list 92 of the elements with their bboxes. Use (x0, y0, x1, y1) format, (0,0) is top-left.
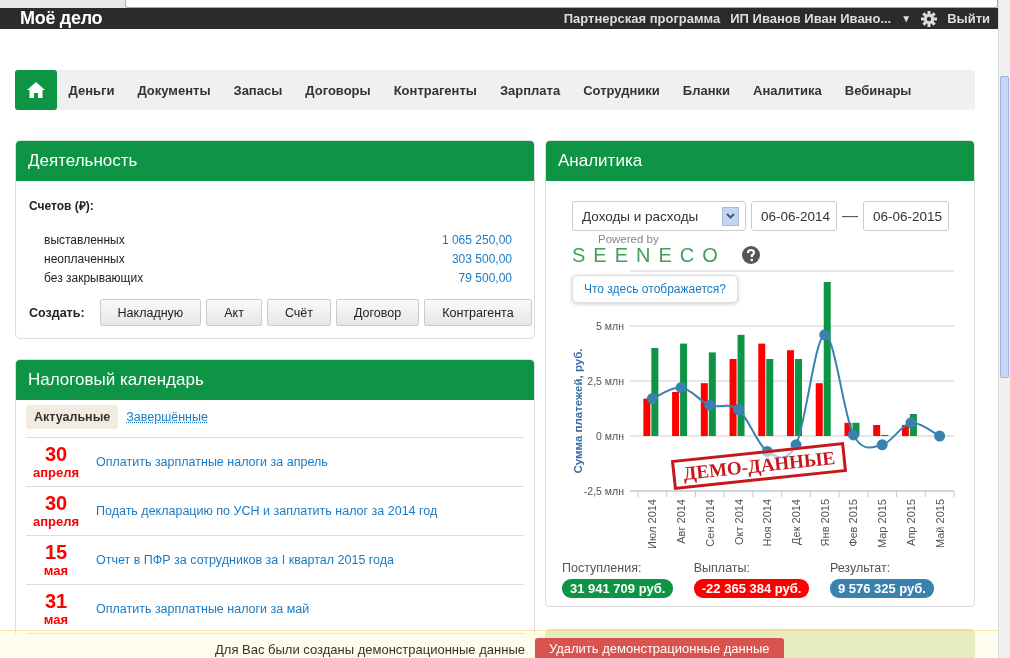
house-icon[interactable] (26, 81, 46, 99)
date-to-field[interactable]: 06-06-2015 (863, 201, 950, 231)
data-point (876, 439, 888, 451)
create-button[interactable]: Счёт (266, 299, 331, 326)
create-button[interactable]: Накладную (99, 299, 202, 326)
nav-link[interactable]: Деньги (57, 82, 126, 98)
due-month: мая (43, 564, 69, 577)
x-tick-label: Окт 2014 (732, 499, 745, 546)
y-tick-label: 2,5 млн (587, 375, 624, 387)
date-separator: — (842, 207, 859, 225)
x-tick-label: Янв 2015 (818, 499, 831, 547)
nav-link[interactable]: Бланки (671, 82, 742, 98)
total-badge: -22 365 384 руб. (693, 579, 810, 598)
caret-icon[interactable]: ▼ (901, 13, 912, 24)
data-point (646, 393, 658, 405)
x-tick-label: Авг 2014 (675, 499, 688, 544)
create-button[interactable]: Контрагента (424, 299, 532, 326)
nav-link[interactable]: Договоры (293, 82, 383, 98)
report-select[interactable]: Доходы и расходы (572, 201, 746, 231)
nav-link[interactable]: Запасы (222, 82, 294, 98)
create-label: Создать: (29, 305, 85, 320)
data-point (819, 329, 831, 341)
data-point (790, 439, 802, 451)
due-day: 31 (26, 591, 86, 611)
demo-message: Для Вас были созданы демонстрационные данные (215, 642, 525, 658)
data-point (733, 404, 745, 416)
home-button[interactable] (15, 70, 57, 110)
nav-link[interactable]: Документы (125, 82, 222, 98)
user-menu[interactable]: ИП Иванов Иван Ивано... (730, 11, 892, 26)
due-day: 15 (26, 542, 86, 562)
total-badge: 9 576 325 руб. (829, 579, 934, 598)
task-link[interactable]: Подать декларацию по УСН и заплатить налог за 2014 год (96, 504, 438, 518)
amount-link[interactable]: 1 065 250,00 (441, 232, 512, 247)
help-tooltip[interactable]: Что здесь отображается? (572, 275, 739, 303)
invoice-label: без закрывающих (44, 270, 144, 285)
filter-tab[interactable]: Актуальные (26, 405, 119, 429)
task-link[interactable]: Оплатить зарплатные налоги за апрель (96, 455, 328, 469)
partner-program-link[interactable]: Партнерская программа (563, 11, 721, 26)
filter-tab[interactable]: Завершённые (126, 405, 208, 429)
due-day: 30 (26, 444, 86, 464)
x-tick-label: Дек 2014 (790, 499, 802, 545)
data-point (704, 399, 716, 411)
brand-logo: SEENECO (572, 244, 726, 267)
total-label: Поступления: (562, 561, 642, 575)
nav-link[interactable]: Сотрудники (571, 82, 672, 98)
data-point (675, 382, 687, 394)
delete-demo-button[interactable]: Удалить демонстрационные данные (534, 638, 784, 658)
create-button[interactable]: Договор (336, 299, 420, 326)
help-icon[interactable] (742, 246, 760, 264)
y-tick-label: -2,5 млн (583, 485, 624, 497)
x-tick-label: Мар 2015 (876, 499, 889, 549)
amount-link[interactable]: 303 500,00 (451, 251, 512, 266)
logo[interactable]: Моё дело (20, 8, 103, 29)
invoice-label: выставленных (44, 232, 125, 247)
invoices-label: Счетов (₽): (29, 198, 95, 214)
card-title: Налоговый календарь (16, 360, 534, 400)
nav-link[interactable]: Контрагенты (382, 82, 489, 98)
scrollbar[interactable] (998, 0, 1010, 658)
logout-link[interactable]: Выйти (947, 11, 990, 26)
y-tick-label: 5 млн (596, 320, 624, 332)
nav-link[interactable]: Зарплата (488, 82, 572, 98)
total-label: Выплаты: (693, 561, 751, 575)
data-point (934, 430, 946, 442)
y-axis-title: Сумма платежей, руб. (572, 348, 584, 474)
total-label: Результат: (829, 561, 891, 575)
chevron-down-icon[interactable] (726, 213, 735, 219)
invoice-label: неоплаченных (44, 251, 125, 266)
date-from-field[interactable]: 06-06-2014 (751, 201, 838, 231)
create-button[interactable]: Акт (206, 299, 262, 326)
task-link[interactable]: Отчет в ПФР за сотрудников за I квартал 2015 года (96, 553, 395, 567)
nav-link[interactable]: Аналитика (741, 82, 834, 98)
card-title: Аналитика (546, 141, 974, 181)
data-point (847, 429, 859, 441)
x-tick-label: Ноя 2014 (761, 499, 774, 547)
x-tick-label: Сен 2014 (703, 499, 716, 547)
task-link[interactable]: Оплатить зарплатные налоги за май (96, 602, 310, 616)
powered-by-label: Powered by (598, 233, 659, 245)
x-tick-label: Фев 2015 (847, 499, 860, 547)
y-tick-label: 0 млн (596, 430, 624, 442)
due-day: 30 (26, 493, 86, 513)
nav-link[interactable]: Вебинары (833, 82, 923, 98)
x-tick-label: Июл 2014 (646, 499, 659, 549)
due-month: апреля (32, 515, 80, 528)
amount-link[interactable]: 79 500,00 (458, 270, 512, 285)
data-point (905, 417, 917, 429)
due-month: мая (43, 613, 69, 626)
due-month: апреля (32, 466, 80, 479)
total-badge: 31 941 709 руб. (562, 579, 674, 598)
card-title: Деятельность (16, 141, 534, 181)
x-tick-label: Май 2015 (933, 499, 946, 549)
settings-icon[interactable] (921, 10, 938, 27)
x-tick-label: Апр 2015 (904, 499, 917, 546)
